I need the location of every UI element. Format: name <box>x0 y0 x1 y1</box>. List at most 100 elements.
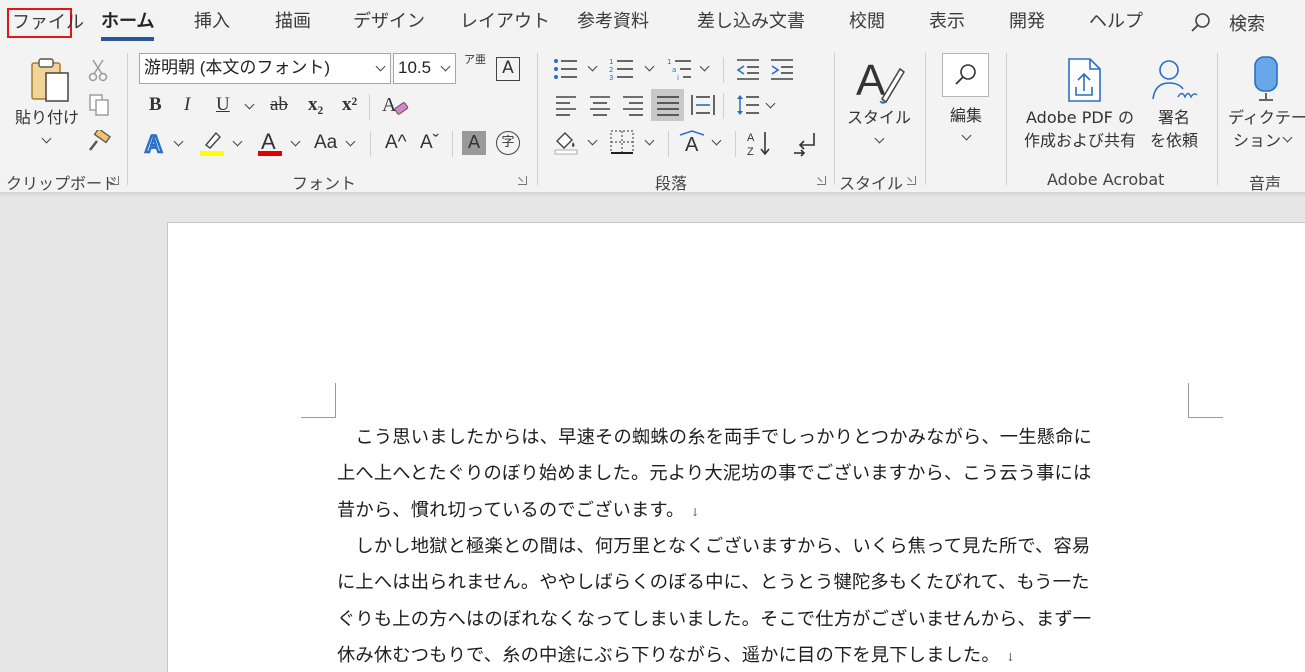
text-direction-chevron-icon[interactable] <box>711 135 722 146</box>
show-paragraph-marks-button[interactable] <box>792 131 820 157</box>
copy-button[interactable] <box>86 92 112 118</box>
justify-button[interactable] <box>651 89 684 121</box>
align-left-icon <box>556 96 576 116</box>
grow-font-button[interactable]: A^ <box>385 132 407 154</box>
bullets-chevron-icon[interactable] <box>587 61 598 72</box>
subscript-button[interactable]: x₂ <box>308 94 323 116</box>
bullet-list-icon <box>554 59 577 79</box>
highlight-color-button[interactable] <box>198 129 226 157</box>
font-name-field[interactable]: 游明朝 (本文のフォント) <box>139 53 391 84</box>
styles-chevron-icon[interactable] <box>874 133 885 144</box>
editing-chevron-icon[interactable] <box>961 130 972 141</box>
format-painter-icon <box>89 130 111 151</box>
svg-text:A: A <box>382 94 397 116</box>
tab-mailings[interactable]: 差し込み文書 <box>697 8 805 38</box>
shading-chevron-icon[interactable] <box>587 135 598 146</box>
multilevel-chevron-icon[interactable] <box>699 61 710 72</box>
styles-group-label: スタイル <box>839 174 904 193</box>
shading-button[interactable] <box>553 129 579 155</box>
paragraph-group-label: 段落 <box>655 174 688 193</box>
furigana-button[interactable]: ア亜 <box>464 53 486 67</box>
text-effects-button[interactable]: A <box>142 129 170 157</box>
italic-button[interactable]: I <box>184 94 190 116</box>
tab-developer[interactable]: 開発 <box>1009 8 1045 38</box>
paste-dropdown-chevron-icon[interactable] <box>41 133 52 144</box>
tab-help[interactable]: ヘルプ <box>1089 8 1143 38</box>
enclosed-char-border-button[interactable]: A <box>496 57 520 81</box>
sort-button[interactable]: AZ <box>745 129 773 157</box>
dictate-chevron-icon[interactable] <box>1282 132 1293 143</box>
scissors-icon <box>88 59 108 82</box>
line-spacing-chevron-icon[interactable] <box>765 98 776 109</box>
strikethrough-button[interactable]: ab <box>270 94 288 116</box>
character-shading-button[interactable]: A <box>462 131 486 155</box>
request-signature-button[interactable] <box>1150 57 1200 103</box>
tab-design[interactable]: デザイン <box>353 8 425 38</box>
line-spacing-button[interactable] <box>735 93 761 117</box>
cut-button[interactable] <box>86 57 110 83</box>
pdf-label-line2: 作成および共有 <box>1023 131 1136 150</box>
dictate-button[interactable] <box>1248 55 1284 105</box>
numbered-list-icon: 123 <box>609 58 633 81</box>
font-size-field[interactable]: 10.5 <box>393 53 456 84</box>
tab-insert[interactable]: 挿入 <box>194 8 230 38</box>
change-case-button[interactable]: Aa <box>314 132 337 154</box>
underline-dropdown-chevron-icon[interactable] <box>244 99 255 110</box>
shrink-font-button[interactable]: Aˇ <box>420 132 439 154</box>
styles-dialog-launcher[interactable] <box>907 176 916 185</box>
text-effects-chevron-icon[interactable] <box>173 136 184 147</box>
search-box[interactable]: 検索 <box>1190 10 1265 36</box>
clipboard-dialog-launcher[interactable] <box>110 176 119 185</box>
styles-icon: A <box>856 56 905 105</box>
font-dialog-launcher[interactable] <box>518 176 527 185</box>
change-case-chevron-icon[interactable] <box>345 136 356 147</box>
clear-formatting-button[interactable]: A <box>380 91 410 119</box>
crop-mark-right <box>1188 383 1223 418</box>
text-direction-button[interactable]: A <box>678 129 706 155</box>
paste-button[interactable] <box>24 57 76 107</box>
font-color-button[interactable]: A <box>256 129 284 157</box>
bold-button[interactable]: B <box>149 94 162 116</box>
tab-references[interactable]: 参考資料 <box>577 8 649 38</box>
bullets-button[interactable] <box>553 57 579 81</box>
multilevel-list-button[interactable]: 1ai <box>667 57 693 81</box>
svg-text:1: 1 <box>609 58 613 66</box>
create-share-pdf-button[interactable] <box>1063 57 1105 103</box>
borders-button[interactable] <box>609 129 635 155</box>
highlight-chevron-icon[interactable] <box>232 136 243 147</box>
divider <box>369 94 370 120</box>
tab-view[interactable]: 表示 <box>929 8 965 38</box>
increase-indent-button[interactable] <box>769 57 795 81</box>
align-center-icon <box>590 96 610 116</box>
styles-button[interactable]: A <box>852 55 908 107</box>
superscript-button[interactable]: x² <box>342 94 357 116</box>
paragraph-dialog-launcher[interactable] <box>817 176 826 185</box>
tab-draw[interactable]: 描画 <box>275 8 311 38</box>
align-center-button[interactable] <box>588 93 612 117</box>
enclose-characters-button[interactable]: 字 <box>496 131 520 155</box>
font-color-chevron-icon[interactable] <box>290 136 301 147</box>
borders-chevron-icon[interactable] <box>644 135 655 146</box>
svg-text:A: A <box>261 129 276 154</box>
distributed-button[interactable] <box>690 93 716 117</box>
tab-home[interactable]: ホーム <box>101 8 155 41</box>
tab-review[interactable]: 校閲 <box>849 8 885 38</box>
microphone-icon <box>1254 56 1278 101</box>
svg-text:A: A <box>145 131 162 157</box>
align-left-button[interactable] <box>554 93 578 117</box>
tab-file[interactable]: ファイル <box>7 8 84 38</box>
svg-text:A: A <box>856 56 886 105</box>
tab-layout[interactable]: レイアウト <box>460 8 550 38</box>
clipboard-group-label: クリップボード <box>6 174 119 193</box>
decrease-indent-button[interactable] <box>735 57 761 81</box>
svg-text:Z: Z <box>747 146 754 157</box>
align-right-button[interactable] <box>621 93 645 117</box>
format-painter-button[interactable] <box>86 129 112 153</box>
document-paragraph-1[interactable]: こう思いましたからは、早速その蜘蛛の糸を両手でしっかりとつかみながら、一生懸命に… <box>337 420 1189 529</box>
numbering-button[interactable]: 123 <box>609 57 635 81</box>
underline-button[interactable]: U <box>216 94 230 116</box>
ribbon-shadow <box>0 193 1305 198</box>
numbering-chevron-icon[interactable] <box>644 61 655 72</box>
editing-button[interactable] <box>942 53 989 97</box>
document-paragraph-2[interactable]: しかし地獄と極楽との間は、何万里となくございますから、いくら焦って見た所で、容易… <box>337 529 1189 672</box>
